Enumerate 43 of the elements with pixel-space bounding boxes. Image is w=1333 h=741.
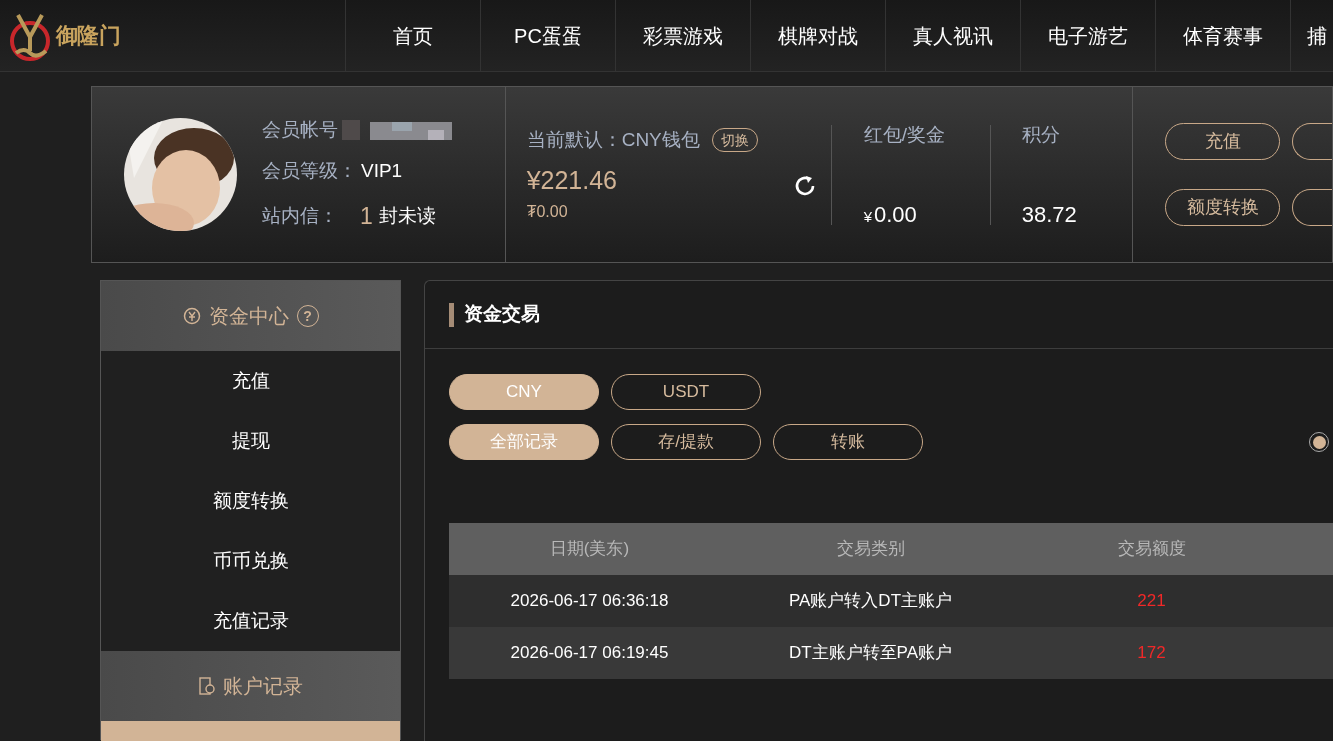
table-cell-text: PA账户转入DT主账户: [788, 590, 953, 613]
bonus-label: 红包/奖金: [863, 122, 946, 147]
message-label: 站内信：: [262, 203, 338, 228]
nav-link[interactable]: 真人视讯: [913, 20, 993, 51]
nav-link[interactable]: 电子游艺: [1048, 20, 1128, 51]
sidebar-item[interactable]: 提现: [101, 411, 400, 471]
nav-link[interactable]: 体育赛事: [1183, 20, 1263, 51]
table-cell-text: 2026-06-17 06:19:45: [510, 642, 669, 665]
title-accent-bar: [449, 302, 454, 327]
sidebar-item[interactable]: 充值记录: [101, 591, 400, 651]
yen-icon: [182, 307, 201, 325]
table-cell-text: 172: [1137, 642, 1166, 665]
usdt-balance: ₮0.00: [526, 201, 569, 222]
wallet-label: 当前默认：CNY钱包: [526, 127, 700, 152]
unread-text: 封未读: [378, 203, 436, 228]
section-title: 资金中心: [208, 304, 289, 329]
account-label: 会员帐号: [262, 117, 338, 142]
nav-link[interactable]: PC蛋蛋: [514, 20, 582, 51]
column-header: 交易类别: [836, 538, 905, 561]
table-cell-text: DT主账户转至PA账户: [788, 642, 953, 665]
balance: ¥221.46: [526, 165, 619, 196]
nav-link[interactable]: 彩票游戏: [643, 20, 723, 51]
sidebar-item[interactable]: 币币兑换: [101, 531, 400, 591]
nav-link[interactable]: 棋牌对战: [778, 20, 858, 51]
column-header: 日期(美东): [549, 538, 630, 561]
points-value: 38.72: [1021, 200, 1077, 229]
level-label: 会员等级：: [262, 160, 357, 182]
bonus-amount: 0.00: [874, 200, 917, 229]
table-cell-text: 221: [1137, 590, 1166, 613]
points-label: 积分: [1021, 122, 1061, 147]
vip-level: VIP1: [361, 160, 403, 182]
column-header: 交易额度: [1117, 538, 1186, 561]
brand-name: 御隆门: [56, 22, 121, 50]
section-title: 账户记录: [222, 674, 303, 699]
sidebar-item[interactable]: 额度转换: [101, 471, 400, 531]
currency-sign: ¥: [863, 206, 872, 227]
nav-link[interactable]: 捕: [1307, 20, 1327, 51]
ledger-icon: [198, 677, 215, 695]
panel-title: 资金交易: [464, 302, 540, 327]
sidebar-item[interactable]: 充值: [101, 351, 400, 411]
unread-count: 1: [360, 201, 373, 231]
nav-link[interactable]: 首页: [393, 20, 433, 51]
table-cell-text: 2026-06-17 06:36:18: [510, 590, 669, 613]
